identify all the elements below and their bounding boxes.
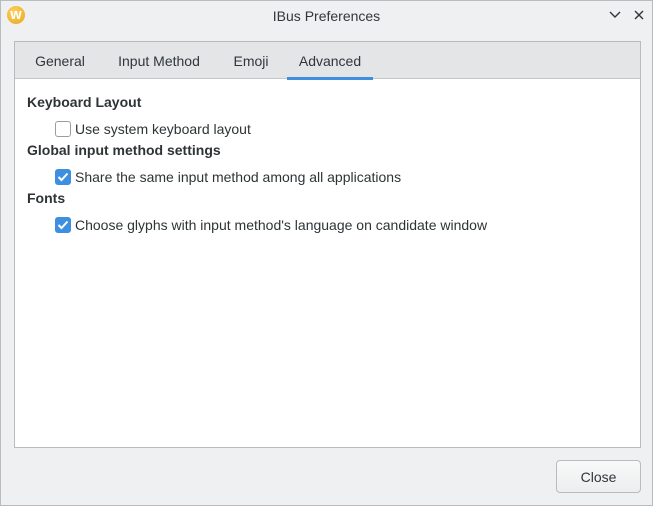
app-icon-letter: W [9,8,23,22]
option-share-input-method[interactable]: Share the same input method among all ap… [55,168,401,186]
option-label: Choose glyphs with input method's langua… [75,217,488,233]
section-title-fonts: Fonts [27,190,66,206]
checkmark-icon [57,220,69,230]
close-button[interactable]: Close [556,460,641,493]
checkbox-choose-glyphs[interactable] [55,217,71,233]
checkbox-share-input-method[interactable] [55,169,71,185]
tab-bar: General Input Method Emoji Advanced [15,42,640,80]
title-bar[interactable]: W IBus Preferences [1,1,652,30]
option-label: Use system keyboard layout [75,121,251,137]
close-icon [634,10,644,20]
advanced-page: Keyboard Layout Use system keyboard layo… [15,80,640,447]
section-title-keyboard-layout: Keyboard Layout [27,94,142,110]
ibus-preferences-window: W IBus Preferences General Input Method … [0,0,653,506]
tab-general[interactable]: General [23,42,97,79]
option-label: Share the same input method among all ap… [75,169,402,185]
close-window-button[interactable] [629,5,649,25]
tab-advanced[interactable]: Advanced [287,42,373,80]
minimize-button[interactable] [605,5,625,25]
option-choose-glyphs[interactable]: Choose glyphs with input method's langua… [55,216,487,234]
preferences-notebook: General Input Method Emoji Advanced Keyb… [14,41,641,448]
tab-emoji[interactable]: Emoji [221,42,281,79]
section-title-global-settings: Global input method settings [27,142,221,158]
chevron-down-icon [609,11,621,18]
checkmark-icon [57,172,69,182]
window-title: IBus Preferences [272,7,381,24]
checkbox-use-system-keyboard-layout[interactable] [55,121,71,137]
option-use-system-keyboard-layout[interactable]: Use system keyboard layout [55,120,251,138]
tab-input-method[interactable]: Input Method [107,42,211,79]
ibus-app-icon: W [7,6,25,24]
